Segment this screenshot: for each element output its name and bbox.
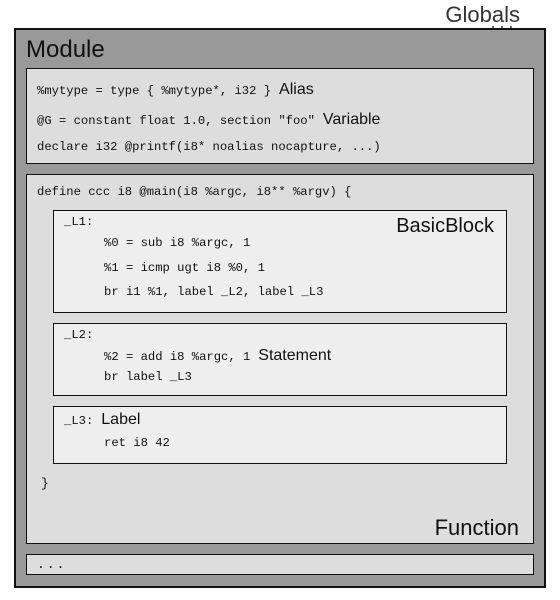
- block-label-text: _L1:: [64, 215, 93, 229]
- block-label: _L2:: [64, 328, 496, 342]
- declarations-panel: %mytype = type { %mytype*, i32 } Alias @…: [26, 68, 534, 164]
- decl-code: %mytype = type { %mytype*, i32 }: [37, 80, 271, 103]
- stmt: br label _L3: [64, 368, 496, 386]
- function-signature-code: define ccc i8 @main(i8 %argc, i8** %argv…: [37, 181, 352, 204]
- statement-annotation: Statement: [258, 344, 331, 368]
- basic-block-l3: _L3: Label ret i8 42: [53, 406, 507, 464]
- block-label: _L3: Label: [64, 411, 496, 429]
- stmt: %1 = icmp ugt i8 %0, 1: [64, 256, 496, 280]
- block-label-text: _L3:: [64, 414, 93, 428]
- stmt: %2 = add i8 %argc, 1: [104, 348, 250, 366]
- block-label-text: _L2:: [64, 328, 93, 342]
- function-signature: define ccc i8 @main(i8 %argc, i8** %argv…: [37, 181, 523, 204]
- function-annotation: Function: [435, 515, 519, 541]
- variable-annotation: Variable: [323, 105, 381, 135]
- basicblock-annotation: BasicBlock: [396, 215, 494, 238]
- basic-block-l1: BasicBlock _L1: %0 = sub i8 %argc, 1 %1 …: [53, 210, 507, 313]
- ellipsis-text: ...: [37, 557, 66, 572]
- decl-code: declare i32 @printf(i8* noalias nocaptur…: [37, 136, 381, 159]
- decl-line-variable: @G = constant float 1.0, section "foo" V…: [37, 105, 523, 135]
- decl-code: @G = constant float 1.0, section "foo": [37, 110, 315, 133]
- decl-line-alias: %mytype = type { %mytype*, i32 } Alias: [37, 75, 523, 105]
- stmt: br i1 %1, label _L2, label _L3: [64, 280, 496, 304]
- stmt-row: %2 = add i8 %argc, 1 Statement: [64, 344, 496, 368]
- function-close-brace: }: [37, 474, 523, 491]
- ellipsis-panel: ...: [26, 554, 534, 575]
- basic-block-l2: _L2: %2 = add i8 %argc, 1 Statement br l…: [53, 323, 507, 395]
- label-annotation: Label: [101, 411, 140, 429]
- stmt: ret i8 42: [64, 431, 496, 455]
- globals-label: Globals: [445, 2, 520, 28]
- function-panel: define ccc i8 @main(i8 %argc, i8** %argv…: [26, 174, 534, 544]
- module-title: Module: [26, 36, 534, 64]
- decl-line-declare: declare i32 @printf(i8* noalias nocaptur…: [37, 136, 523, 159]
- module-container: Module %mytype = type { %mytype*, i32 } …: [14, 28, 546, 588]
- alias-annotation: Alias: [279, 75, 314, 105]
